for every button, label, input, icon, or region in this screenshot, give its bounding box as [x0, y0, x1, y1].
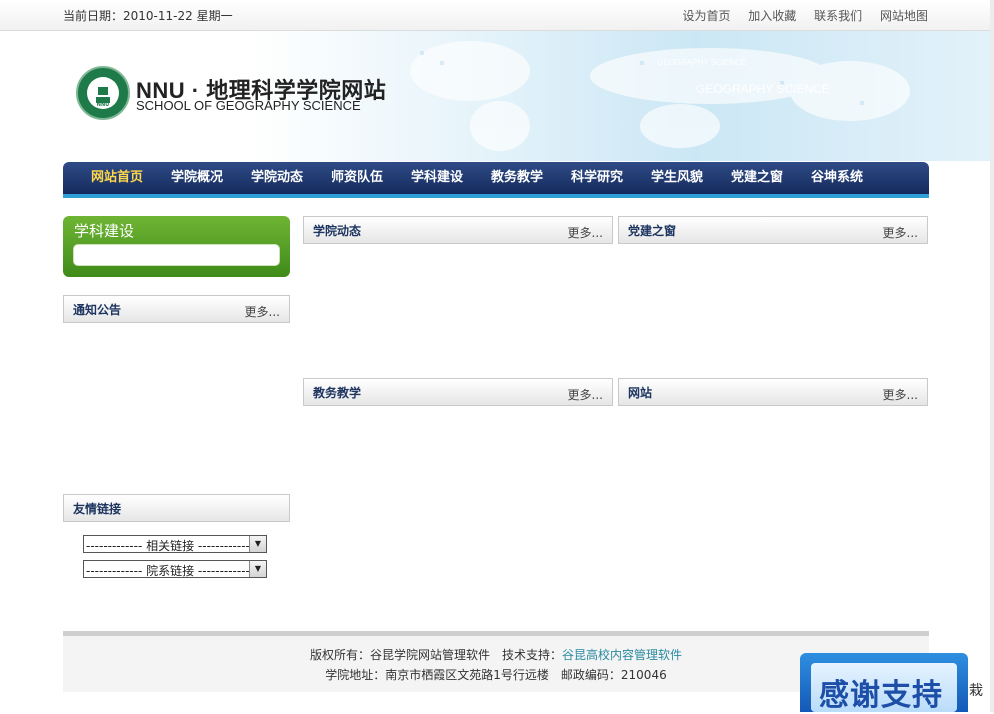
date-value: 2010-11-22 星期一 [123, 9, 233, 23]
logo-text: NNU [96, 102, 110, 108]
site-panel-title: 网站 [628, 386, 653, 400]
chevron-down-icon: ▼ [249, 536, 266, 552]
thanks-side-char: 栽 [969, 683, 983, 699]
nav-party[interactable]: 党建之窗 [717, 162, 797, 194]
date-label: 当前日期： [63, 9, 124, 23]
links-title: 友情链接 [73, 502, 122, 516]
set-homepage-link[interactable]: 设为首页 [682, 9, 730, 23]
contact-us-link[interactable]: 联系我们 [814, 9, 862, 23]
notice-more-link[interactable]: 更多... [245, 303, 280, 320]
thanks-float-badge[interactable]: 感谢支持 [800, 653, 968, 713]
discipline-field[interactable] [73, 244, 280, 266]
add-favorite-link[interactable]: 加入收藏 [748, 9, 796, 23]
nav-teaching[interactable]: 教务教学 [477, 162, 557, 194]
news-panel-head: 学院动态 更多... [303, 216, 613, 244]
site-more-link[interactable]: 更多... [883, 386, 918, 403]
main-nav: 网站首页 学院概况 学院动态 师资队伍 学科建设 教务教学 科学研究 学生风貌 … [63, 162, 929, 198]
chevron-down-icon: ▼ [249, 561, 266, 577]
site-panel-head: 网站 更多... [618, 378, 928, 406]
nav-system[interactable]: 谷坤系统 [797, 162, 877, 194]
teaching-panel-head: 教务教学 更多... [303, 378, 613, 406]
banner-small-text: GEOGRAPHY SCIENCE [657, 58, 747, 67]
teaching-more-link[interactable]: 更多... [568, 386, 603, 403]
nav-discipline[interactable]: 学科建设 [397, 162, 477, 194]
nav-overview[interactable]: 学院概况 [157, 162, 237, 194]
nav-home[interactable]: 网站首页 [77, 162, 157, 194]
current-date: 当前日期：2010-11-22 星期一 [63, 7, 233, 24]
support-link[interactable]: 谷昆高校内容管理软件 [562, 648, 682, 662]
nav-faculty[interactable]: 师资队伍 [317, 162, 397, 194]
party-panel-head: 党建之窗 更多... [618, 216, 928, 244]
discipline-box: 学科建设 [63, 216, 290, 277]
news-panel-title: 学院动态 [313, 224, 362, 238]
party-more-link[interactable]: 更多... [883, 224, 918, 241]
nav-news[interactable]: 学院动态 [237, 162, 317, 194]
site-map-link[interactable]: 网站地图 [880, 9, 928, 23]
thanks-text: 感谢支持 [819, 678, 943, 713]
related-links-select[interactable]: ------------- 相关链接 ------------- ▼ [83, 535, 267, 553]
world-map-graphic [410, 41, 910, 151]
related-links-value: ------------- 相关链接 ------------- [86, 539, 255, 553]
nav-research[interactable]: 科学研究 [557, 162, 637, 194]
dept-links-value: ------------- 院系链接 ------------- [86, 564, 255, 578]
notice-title: 通知公告 [73, 303, 122, 317]
banner-big-text: GEOGRAPHY SCIENCE [696, 82, 830, 96]
header-banner: NNU NNU · 地理科学学院网站 SCHOOL OF GEOGRAPHY S… [0, 31, 994, 161]
links-panel-head: 友情链接 [63, 494, 290, 522]
discipline-title: 学科建设 [74, 222, 135, 240]
support-label: 技术支持： [502, 648, 563, 662]
news-more-link[interactable]: 更多... [568, 224, 603, 241]
scrollbar-edge[interactable] [990, 0, 994, 712]
copyright-text: 版权所有：谷昆学院网站管理软件 [309, 648, 490, 662]
teaching-panel-title: 教务教学 [313, 386, 362, 400]
notice-panel-head: 通知公告 更多... [63, 295, 290, 323]
top-bar: 当前日期：2010-11-22 星期一 设为首页 加入收藏 联系我们 网站地图 [0, 0, 994, 31]
university-logo: NNU [76, 66, 130, 120]
nav-students[interactable]: 学生风貌 [637, 162, 717, 194]
party-panel-title: 党建之窗 [628, 224, 677, 238]
site-subtitle: SCHOOL OF GEOGRAPHY SCIENCE [136, 98, 361, 113]
dept-links-select[interactable]: ------------- 院系链接 ------------- ▼ [83, 560, 267, 578]
top-links: 设为首页 加入收藏 联系我们 网站地图 [668, 7, 928, 24]
